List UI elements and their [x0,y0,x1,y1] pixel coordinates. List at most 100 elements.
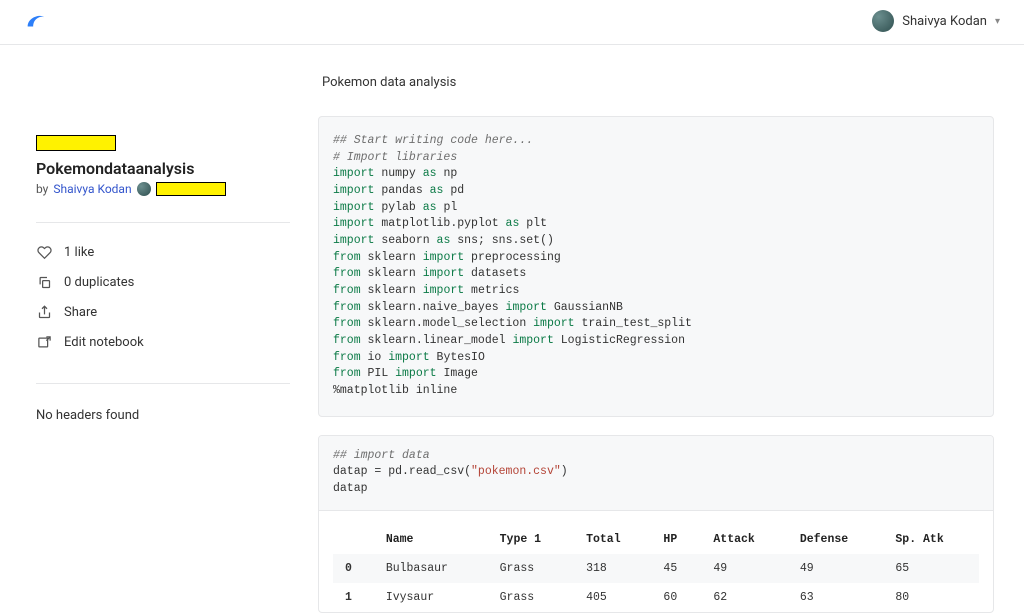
code: seaborn [374,234,436,247]
kw: from [333,317,361,330]
no-headers-label: No headers found [36,408,290,423]
code: GaussianNB [547,301,623,314]
col-idx [333,525,374,554]
kw: as [437,234,451,247]
author-avatar-icon [137,182,151,196]
code: train_test_split [575,317,692,330]
data-table: Name Type 1 Total HP Attack Defense Sp. … [333,525,979,612]
kw: from [333,351,361,364]
user-menu[interactable]: Shaivya Kodan ▾ [872,10,1000,32]
user-name: Shaivya Kodan [902,14,987,29]
kw: import [333,201,374,214]
code: pd [443,184,464,197]
kw: as [506,217,520,230]
kw: import [423,267,464,280]
kw: from [333,284,361,297]
code: datasets [464,267,526,280]
kw: from [333,367,361,380]
cell-attack: 49 [701,554,787,583]
code: sklearn [361,251,423,264]
code-line: ## import data [333,449,430,462]
logo-icon[interactable] [24,10,46,32]
code-line: datap [333,482,368,495]
kw: import [333,167,374,180]
kw: as [423,201,437,214]
col-defense: Defense [788,525,884,554]
col-name: Name [374,525,488,554]
likes-row[interactable]: 1 like [36,237,290,267]
code: metrics [464,284,519,297]
heart-icon [36,244,52,260]
cell-defense: 49 [788,554,884,583]
divider [36,383,290,384]
share-label: Share [64,305,97,320]
code: ) [561,465,568,478]
table-row: 0 Bulbasaur Grass 318 45 49 49 65 [333,554,979,583]
byline: by Shaivya Kodan [36,182,290,196]
code: io [361,351,389,364]
code: sklearn.naive_bayes [361,301,506,314]
code-cell-2-source: ## import data datap = pd.read_csv("poke… [319,436,993,511]
code: preprocessing [464,251,561,264]
code: matplotlib.pyplot [374,217,505,230]
kw: import [395,367,436,380]
kw: import [512,334,553,347]
col-type1: Type 1 [488,525,574,554]
top-header: Shaivya Kodan ▾ [0,0,1024,45]
code: np [437,167,458,180]
share-icon [36,304,52,320]
page-title: Pokemon data analysis [322,75,994,90]
col-spatk: Sp. Atk [883,525,979,554]
share-row[interactable]: Share [36,297,290,327]
string: "pokemon.csv" [471,465,561,478]
edit-label: Edit notebook [64,335,144,350]
kw: import [333,234,374,247]
cell-idx: 1 [333,583,374,612]
code: pylab [374,201,422,214]
code: Image [437,367,478,380]
code-line: # Import libraries [333,151,457,164]
by-prefix: by [36,182,48,196]
duplicates-row[interactable]: 0 duplicates [36,267,290,297]
code-line: ## Start writing code here... [333,134,533,147]
kw: from [333,251,361,264]
edit-icon [36,334,52,350]
duplicate-icon [36,274,52,290]
table-row: 1 Ivysaur Grass 405 60 62 63 80 [333,583,979,612]
code: sklearn.model_selection [361,317,534,330]
code: sklearn [361,284,423,297]
code: sklearn.linear_model [361,334,513,347]
edit-row[interactable]: Edit notebook [36,327,290,357]
cell-defense: 63 [788,583,884,612]
redacted-box [36,135,116,151]
chevron-down-icon: ▾ [995,16,1000,27]
kw: from [333,301,361,314]
code: pl [437,201,458,214]
code-cell-2: ## import data datap = pd.read_csv("poke… [318,435,994,613]
cell-name: Bulbasaur [374,554,488,583]
content: Pokemon data analysis ## Start writing c… [318,45,1024,613]
likes-label: 1 like [64,245,94,260]
code: sklearn [361,267,423,280]
kw: import [423,251,464,264]
col-attack: Attack [701,525,787,554]
code-cell-1: ## Start writing code here... # Import l… [318,116,994,417]
cell-type1: Grass [488,583,574,612]
kw: as [423,167,437,180]
cell-idx: 0 [333,554,374,583]
code: pandas [374,184,429,197]
author-link[interactable]: Shaivya Kodan [53,182,131,196]
kw: import [423,284,464,297]
kw: import [388,351,429,364]
col-total: Total [574,525,651,554]
kw: import [333,217,374,230]
duplicates-label: 0 duplicates [64,275,134,290]
code: sns; sns.set() [450,234,554,247]
kw: import [506,301,547,314]
cell-hp: 45 [651,554,701,583]
code: datap = pd.read_csv( [333,465,471,478]
kw: import [533,317,574,330]
code: BytesIO [430,351,485,364]
redacted-inline [156,182,226,196]
cell-total: 405 [574,583,651,612]
